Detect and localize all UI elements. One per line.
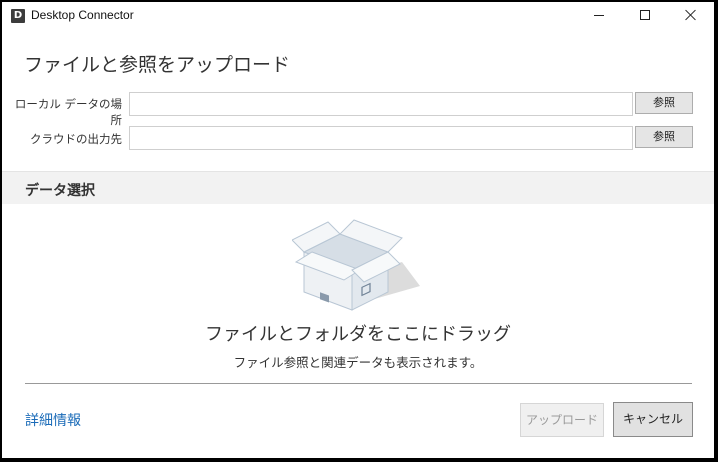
drop-zone[interactable] bbox=[291, 214, 422, 318]
close-icon bbox=[685, 9, 697, 21]
minimize-button[interactable] bbox=[576, 2, 622, 30]
maximize-button[interactable] bbox=[622, 2, 668, 30]
desktop-connector-window: D Desktop Connector ファイルと参照をアップロード ローカル … bbox=[2, 2, 714, 458]
page-title: ファイルと参照をアップロード bbox=[24, 54, 291, 76]
cloud-destination-label: クラウドの出力先 bbox=[30, 132, 122, 146]
footer-divider bbox=[25, 383, 692, 384]
cloud-browse-button[interactable]: 参照 bbox=[635, 126, 693, 148]
local-data-label: ローカル データの場所 bbox=[14, 97, 122, 127]
cloud-destination-input[interactable] bbox=[129, 126, 633, 150]
section-title: データ選択 bbox=[25, 183, 95, 199]
cancel-button[interactable]: キャンセル bbox=[613, 402, 693, 437]
minimize-icon bbox=[594, 15, 604, 16]
title-bar: D Desktop Connector bbox=[2, 2, 714, 30]
local-browse-button[interactable]: 参照 bbox=[635, 92, 693, 114]
upload-button[interactable]: アップロード bbox=[520, 403, 604, 437]
window-title: Desktop Connector bbox=[31, 8, 134, 22]
local-data-input[interactable] bbox=[129, 92, 633, 116]
app-logo-icon: D bbox=[11, 9, 25, 23]
close-button[interactable] bbox=[668, 2, 714, 30]
maximize-icon bbox=[640, 10, 650, 20]
open-box-icon bbox=[291, 219, 420, 311]
drop-zone-title: ファイルとフォルダをここにドラッグ bbox=[205, 324, 511, 345]
drop-zone-subtitle: ファイル参照と関連データも表示されます。 bbox=[233, 355, 483, 370]
data-selection-header: データ選択 bbox=[2, 171, 714, 204]
details-link[interactable]: 詳細情報 bbox=[25, 410, 81, 430]
